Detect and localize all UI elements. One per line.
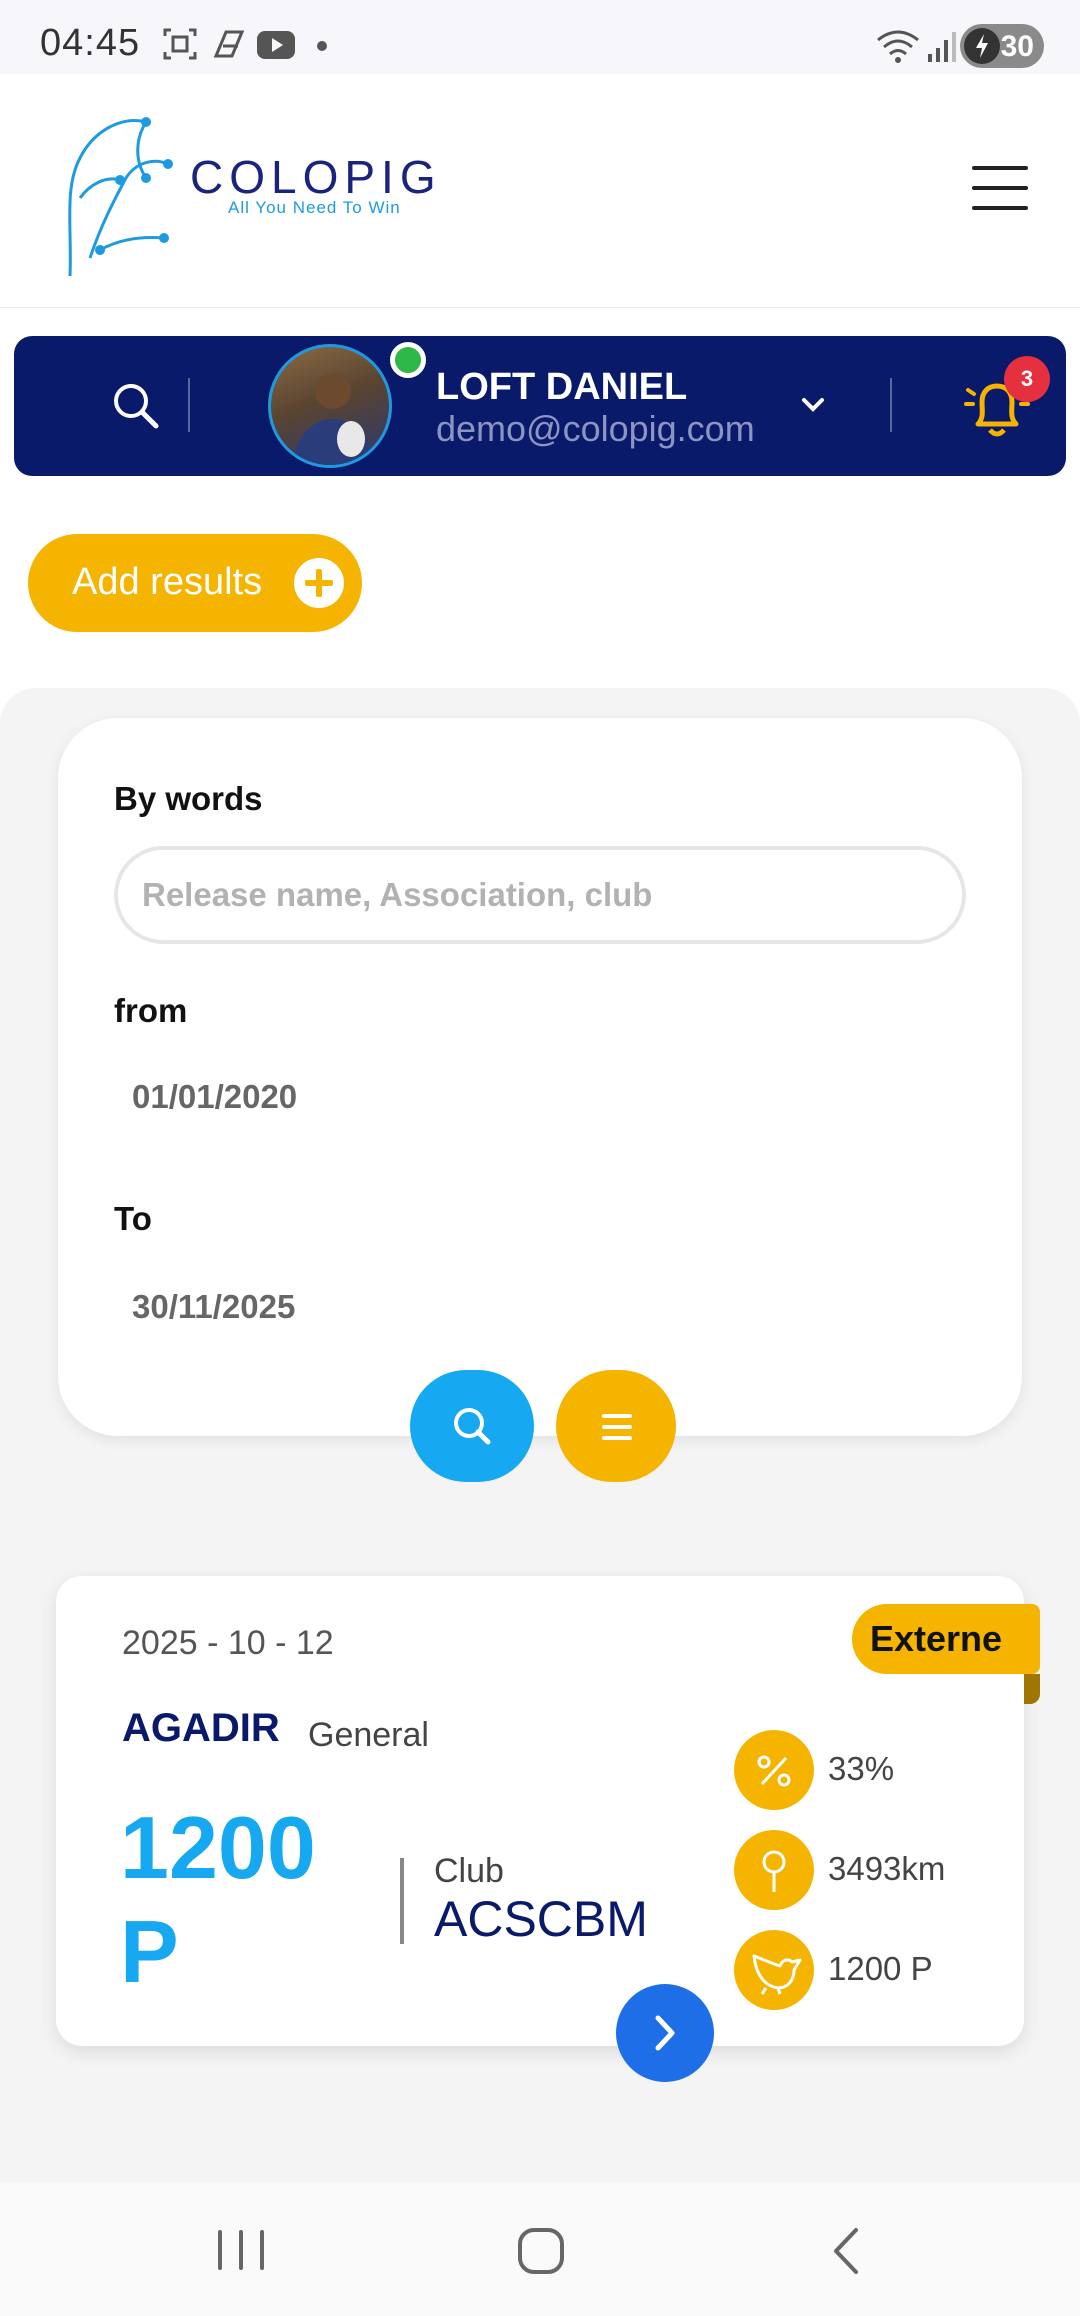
- from-date-field[interactable]: 01/01/2020: [132, 1078, 297, 1116]
- club-name: ACSCBM: [434, 1891, 648, 1947]
- recent-apps-icon[interactable]: [214, 2228, 268, 2272]
- system-nav-bar: [0, 2182, 1080, 2316]
- result-card[interactable]: 2025 - 10 - 12 Externe AGADIR General 12…: [56, 1576, 1040, 2082]
- battery-level: 30: [1000, 30, 1034, 63]
- user-email: demo@colopig.com: [436, 408, 755, 449]
- avatar[interactable]: [268, 344, 392, 468]
- search-input[interactable]: [114, 846, 966, 944]
- youtube-icon: [257, 31, 295, 59]
- pigeon-icon: [734, 1930, 814, 2010]
- result-date: 2025 - 10 - 12: [122, 1624, 334, 1662]
- back-icon[interactable]: [826, 2226, 866, 2276]
- user-name: LOFT DANIEL: [436, 366, 688, 408]
- search-button[interactable]: [410, 1370, 534, 1482]
- location-pin-icon: [734, 1830, 814, 1910]
- add-results-button[interactable]: Add results: [28, 534, 362, 632]
- home-icon[interactable]: [516, 2226, 566, 2276]
- badge-label: Externe: [870, 1618, 1003, 1659]
- to-date-field[interactable]: 30/11/2025: [132, 1288, 295, 1326]
- hamburger-icon[interactable]: [972, 166, 1030, 214]
- battery-icon: 30: [960, 24, 1044, 68]
- result-city: AGADIR: [122, 1706, 280, 1750]
- result-points: 1200 P: [120, 1798, 316, 2001]
- stat-distance: 3493km: [828, 1850, 946, 1887]
- by-words-label: By words: [114, 780, 263, 817]
- divider: [188, 378, 190, 432]
- user-bar: LOFT DANIEL demo@colopig.com 3: [14, 336, 1066, 476]
- app-header: COLOPIG All You Need To Win: [0, 74, 1080, 308]
- search-icon: [454, 1408, 491, 1445]
- stat-percent: 33%: [828, 1750, 895, 1787]
- divider: [890, 378, 892, 432]
- add-results-label: Add results: [72, 561, 263, 603]
- signal-icon: [928, 32, 956, 62]
- result-type: General: [308, 1716, 429, 1754]
- to-label: To: [114, 1200, 152, 1237]
- status-bar: 04:45 30: [0, 0, 1080, 74]
- percent-icon: [734, 1730, 814, 1810]
- online-status-dot: [390, 342, 426, 378]
- plus-icon: [294, 558, 344, 608]
- dot-icon: [317, 41, 327, 51]
- chevron-right-icon: [655, 2015, 675, 2051]
- screenshot-icon: [163, 28, 197, 60]
- chevron-down-icon[interactable]: [798, 394, 828, 416]
- badge-fold: [1024, 1674, 1040, 1704]
- open-result-button[interactable]: [616, 1984, 714, 2082]
- wifi-icon: [877, 30, 919, 63]
- status-time: 04:45: [40, 22, 141, 64]
- filter-card: By words from 01/01/2020 To 30/11/2025: [58, 718, 1022, 1436]
- filter-menu-button[interactable]: [556, 1370, 676, 1482]
- notification-badge: 3: [1004, 356, 1050, 402]
- app-icon: [213, 30, 245, 58]
- logo-tagline: All You Need To Win: [228, 198, 401, 217]
- logo-pigeon-icon: [68, 117, 173, 277]
- search-icon[interactable]: [110, 380, 162, 432]
- club-label: Club: [434, 1852, 504, 1890]
- status-badge: Externe: [852, 1604, 1040, 1674]
- logo-name: COLOPIG: [190, 151, 442, 203]
- stat-birds: 1200 P: [828, 1950, 933, 1987]
- from-label: from: [114, 992, 188, 1029]
- divider: [400, 1858, 404, 1944]
